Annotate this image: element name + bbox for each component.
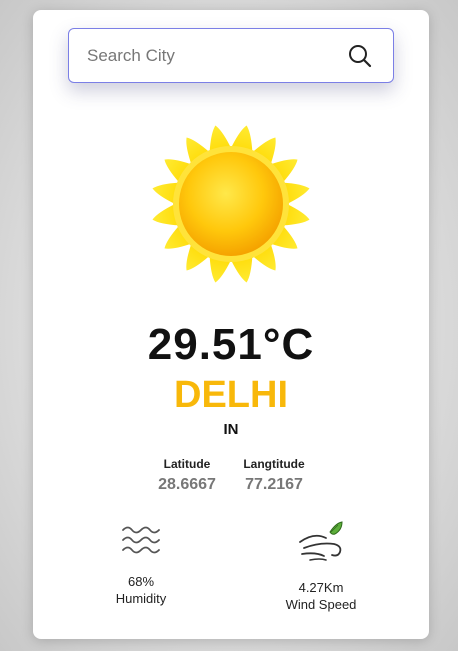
search-bar — [68, 28, 394, 83]
sun-icon — [146, 124, 316, 284]
humidity-label: Humidity — [115, 591, 167, 606]
latitude-label: Latitude — [163, 457, 211, 471]
temperature: 29.51°C — [147, 320, 315, 369]
longitude-label: Langtitude — [243, 457, 305, 471]
latitude-value: 28.6667 — [158, 476, 216, 493]
wind-leaf-icon — [261, 520, 381, 566]
wind-value: 4.27Km — [298, 580, 344, 595]
city-name: DELHI — [174, 374, 288, 416]
search-icon[interactable] — [347, 43, 373, 69]
country-code: IN — [223, 421, 239, 438]
latitude-block: Latitude 28.6667 — [142, 457, 232, 494]
longitude-value: 77.2167 — [245, 476, 303, 493]
weather-card: 29.51°C DELHI IN Latitude 28.6667 Langti… — [33, 10, 429, 639]
search-input[interactable] — [87, 40, 337, 71]
wind-block: 4.27Km Wind Speed — [261, 520, 381, 612]
wind-label: Wind Speed — [285, 597, 357, 612]
humidity-value: 68% — [127, 574, 155, 589]
longitude-block: Langtitude 77.2167 — [229, 457, 319, 494]
humidity-block: 68% Humidity — [81, 520, 201, 606]
waves-icon — [81, 520, 201, 560]
